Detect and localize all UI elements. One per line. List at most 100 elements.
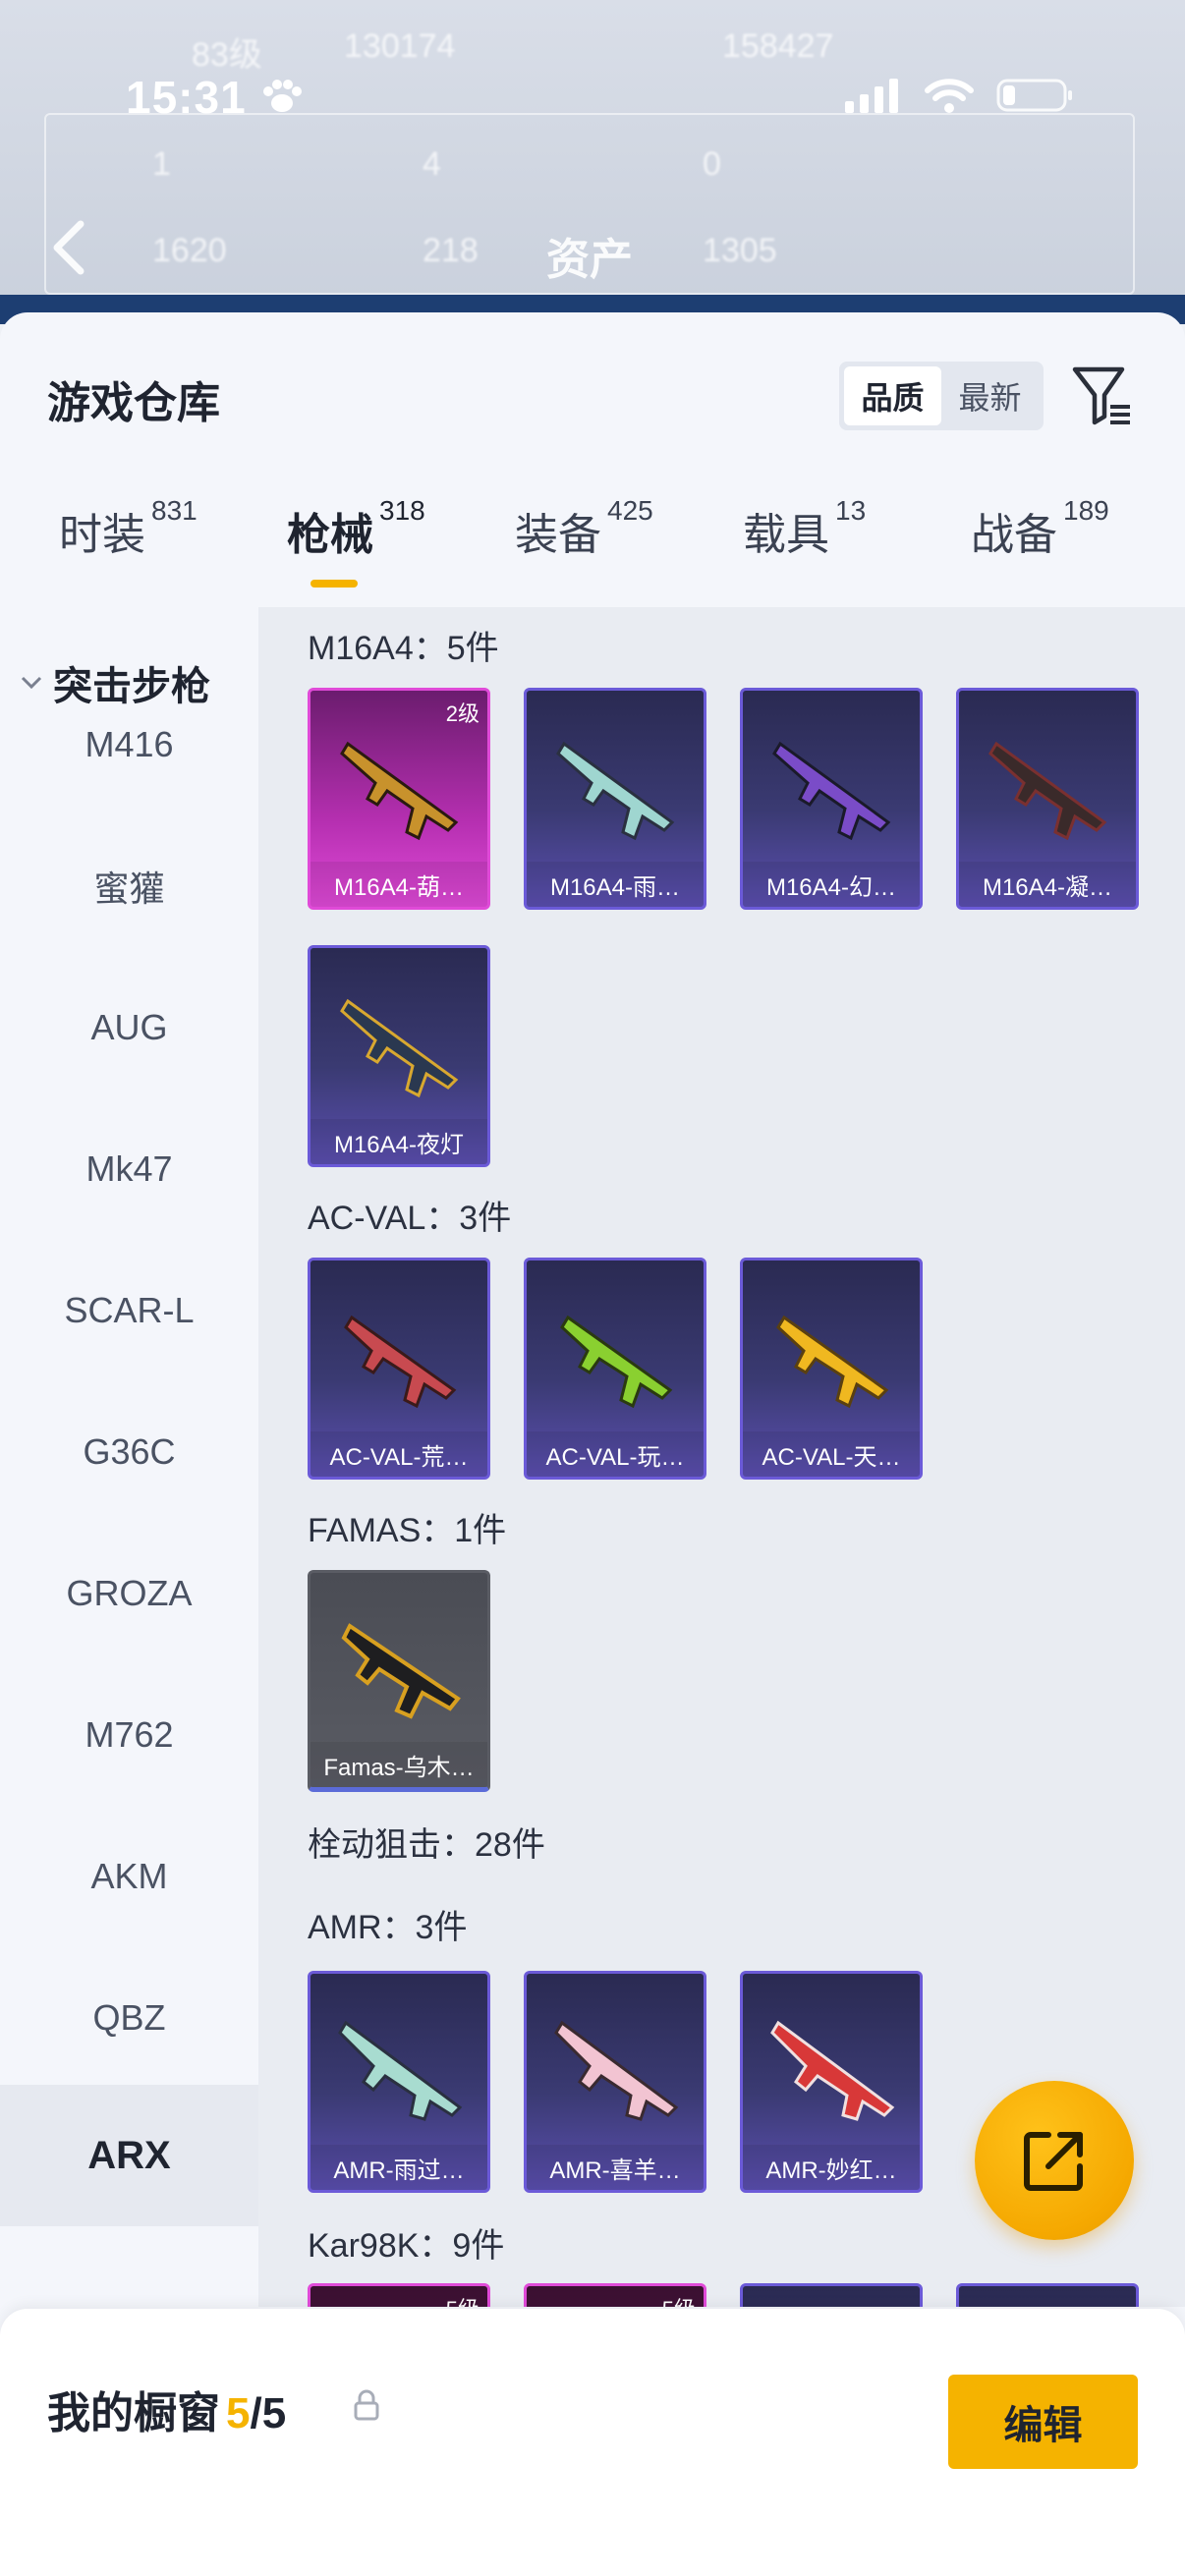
skin-name: M16A4-凝… <box>959 862 1136 907</box>
tab-vehicles[interactable]: 载具 13 <box>743 495 866 562</box>
edit-button[interactable]: 编辑 <box>948 2375 1138 2469</box>
sidebar-item-honey-badger[interactable]: 蜜獾 <box>0 815 258 957</box>
skin-card[interactable]: 5级 <box>524 2283 706 2307</box>
sidebar-item-groza[interactable]: GROZA <box>0 1523 258 1664</box>
skin-name: AC-VAL-荒… <box>310 1431 487 1477</box>
ghost-score-left: 130174 <box>344 28 456 65</box>
ghost-stat-d: 1620 <box>152 232 227 269</box>
tab-count: 13 <box>835 495 867 526</box>
sheet-title: 游戏仓库 <box>47 379 220 427</box>
ghost-stat-a: 1 <box>152 145 171 183</box>
tab-label: 枪械 <box>287 511 373 559</box>
level-badge: 5级 <box>446 2292 480 2307</box>
lock-icon <box>354 2389 379 2421</box>
skin-card[interactable]: M16A4-凝… <box>956 688 1139 910</box>
skin-card[interactable] <box>956 2283 1139 2307</box>
tab-label: 载具 <box>743 511 829 559</box>
skin-card[interactable]: AMR-雨过… <box>308 1971 490 2193</box>
sidebar-item-aug[interactable]: AUG <box>0 957 258 1098</box>
showcase-bar: 我的橱窗 5 / 5 编辑 <box>0 2309 1185 2576</box>
tab-count: 318 <box>379 495 425 526</box>
skin-card[interactable]: M16A4-雨… <box>524 688 706 910</box>
sort-option-quality[interactable]: 品质 <box>844 366 941 425</box>
sidebar-item-scar-l[interactable]: SCAR-L <box>0 1240 258 1381</box>
filter-icon[interactable] <box>1071 362 1134 430</box>
sidebar-item-akm[interactable]: AKM <box>0 1806 258 1947</box>
skin-name: M16A4-幻… <box>743 862 920 907</box>
skin-card[interactable]: AC-VAL-荒… <box>308 1258 490 1480</box>
skin-card[interactable] <box>740 2283 923 2307</box>
blurred-game-header: 83级 130174 158427 1 4 0 1620 218 1305 资产… <box>0 0 1185 324</box>
section-title: AMR：3件 <box>308 1909 468 1946</box>
skin-name: M16A4-葫… <box>310 862 487 907</box>
weapon-type-sidebar: 突击步枪 M416 蜜獾 AUG Mk47 SCAR-L G36C GROZA … <box>0 607 258 2474</box>
skin-name: M16A4-雨… <box>527 862 704 907</box>
ghost-level: 83级 <box>192 36 262 74</box>
skin-name: AMR-雨过… <box>310 2145 487 2190</box>
ghost-score-right: 158427 <box>722 28 834 65</box>
tab-fashion[interactable]: 时装 831 <box>59 495 198 562</box>
header-title: 资产 <box>546 236 633 284</box>
sniper-icon <box>770 2020 895 2121</box>
section-title: 栓动狙击：28件 <box>308 1826 545 1864</box>
battery-icon <box>996 79 1072 112</box>
skin-name: M16A4-夜灯 <box>310 1119 487 1164</box>
sidebar-item-m416[interactable]: M416 <box>0 674 258 815</box>
level-badge: 5级 <box>662 2292 696 2307</box>
sidebar-item-qbz[interactable]: QBZ <box>0 1947 258 2089</box>
skin-name: AMR-喜羊… <box>527 2145 704 2190</box>
tab-label: 装备 <box>515 511 601 559</box>
skin-card[interactable]: AMR-妙红… <box>740 1971 923 2193</box>
showcase-slash: / <box>250 2389 262 2437</box>
skin-card[interactable]: AC-VAL-玩… <box>524 1258 706 1480</box>
ghost-stat-e: 218 <box>423 232 479 269</box>
skin-card[interactable]: M16A4-夜灯 <box>308 945 490 1167</box>
rifle-icon <box>772 741 891 841</box>
skin-name: AC-VAL-天… <box>743 1431 920 1477</box>
showcase-title: 我的橱窗 <box>47 2389 220 2437</box>
rifle-icon <box>556 741 675 841</box>
tab-supplies[interactable]: 战备 189 <box>971 495 1109 562</box>
skin-card[interactable]: 2级 M16A4-葫… <box>308 688 490 910</box>
sniper-icon <box>554 2020 679 2121</box>
rifle-icon <box>341 1623 461 1719</box>
rifle-icon <box>340 998 459 1098</box>
sort-toggle: 品质 最新 <box>839 362 1044 430</box>
sort-option-newest[interactable]: 最新 <box>941 366 1039 425</box>
tab-count: 831 <box>151 495 198 526</box>
status-icons <box>845 77 1075 114</box>
tab-count: 189 <box>1063 495 1109 526</box>
ghost-stat-f: 1305 <box>703 232 777 269</box>
back-chevron-icon[interactable] <box>49 218 88 277</box>
status-time: 15:31 <box>126 72 247 123</box>
wifi-icon <box>925 79 974 113</box>
skin-card[interactable]: AC-VAL-天… <box>740 1258 923 1480</box>
section-title: Kar98K：9件 <box>308 2227 505 2265</box>
ghost-stat-b: 4 <box>423 145 441 183</box>
sidebar-item-g36c[interactable]: G36C <box>0 1381 258 1523</box>
tab-label: 战备 <box>971 511 1057 559</box>
sidebar-item-arx[interactable]: ARX <box>0 2085 258 2226</box>
sidebar-item-m762[interactable]: M762 <box>0 1664 258 1806</box>
showcase-count: 5 <box>226 2389 251 2437</box>
weapon-grid: M16A4：5件 2级 M16A4-葫… M16A4-雨… M16A4-幻… M… <box>258 607 1185 2307</box>
ghost-stat-c: 0 <box>703 145 721 183</box>
rifle-icon <box>988 741 1107 841</box>
skin-card[interactable]: Famas-乌木… <box>308 1570 490 1792</box>
tab-count: 425 <box>607 495 653 526</box>
skin-name: AMR-妙红… <box>743 2145 920 2190</box>
category-tabs: 时装 831 枪械 318 装备 425 载具 13 战备 189 <box>0 495 1185 597</box>
active-tab-indicator <box>310 580 358 588</box>
sidebar-item-mk47[interactable]: Mk47 <box>0 1098 258 1240</box>
skin-card[interactable]: M16A4-幻… <box>740 688 923 910</box>
signal-icon <box>845 79 898 113</box>
skin-card[interactable]: 5级 <box>308 2283 490 2307</box>
skin-card[interactable]: AMR-喜羊… <box>524 1971 706 2193</box>
tab-equipment[interactable]: 装备 425 <box>515 495 653 562</box>
tab-firearms[interactable]: 枪械 318 <box>287 495 425 562</box>
skin-name: Famas-乌木… <box>310 1742 487 1787</box>
rifle-icon <box>776 1315 889 1409</box>
paw-icon <box>263 80 302 112</box>
showcase-total: 5 <box>261 2389 287 2437</box>
share-fab[interactable] <box>975 2081 1134 2240</box>
